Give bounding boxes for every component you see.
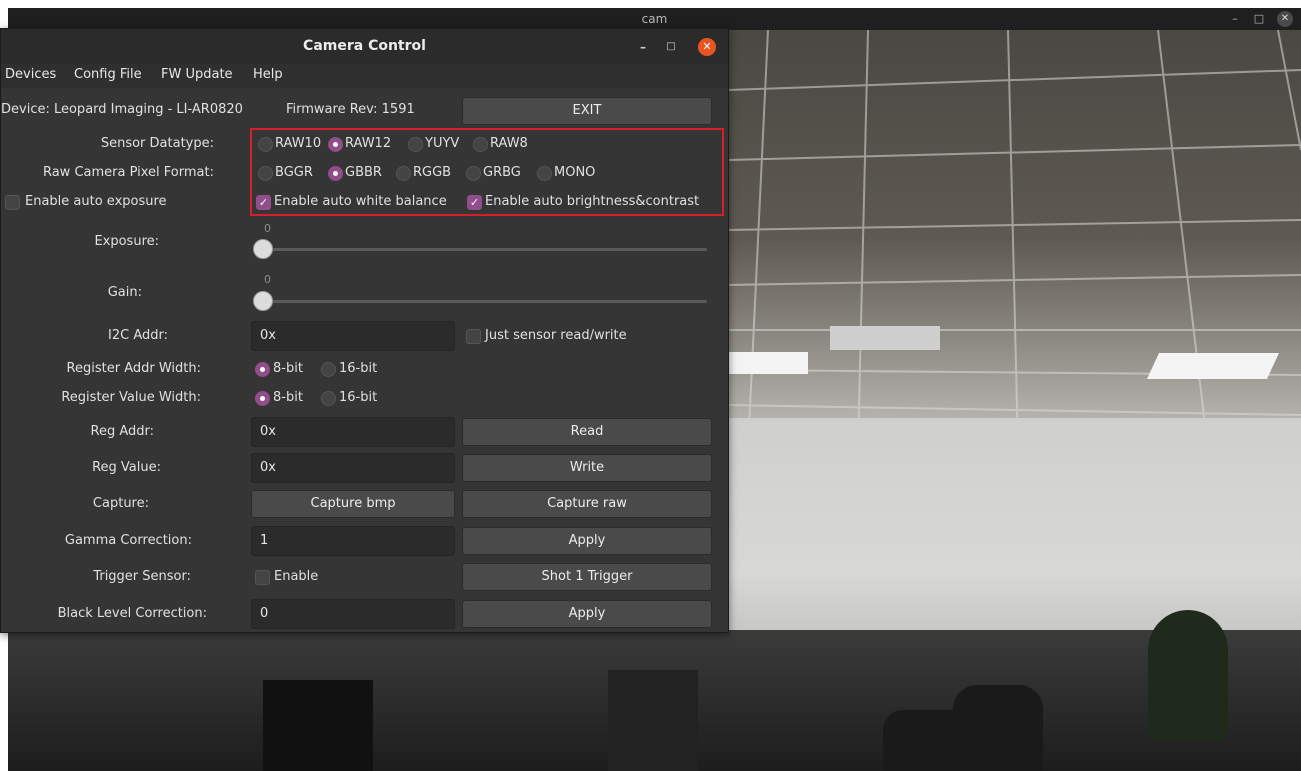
highlight-box (250, 128, 724, 216)
office-chair (953, 685, 1043, 771)
camera-control-dialog: Camera Control – □ ✕ Devices Config File… (0, 28, 729, 633)
auto-exposure-label: Enable auto exposure (25, 194, 167, 209)
reg-value-width-16bit-radio[interactable] (321, 391, 336, 406)
desk (608, 670, 698, 771)
capture-raw-button[interactable]: Capture raw (462, 490, 712, 518)
reg-value-width-16bit-label: 16-bit (339, 390, 378, 405)
cam-minimize-button[interactable]: – (1227, 11, 1243, 27)
menu-help[interactable]: Help (253, 67, 283, 82)
just-sensor-label: Just sensor read/write (485, 328, 627, 343)
reg-value-width-8bit-label: 8-bit (273, 390, 303, 405)
auto-exposure-checkbox[interactable] (5, 195, 20, 210)
exposure-slider-track[interactable] (259, 248, 707, 251)
i2c-addr-input[interactable]: 0x (251, 321, 455, 351)
reg-value-label: Reg Value: (92, 460, 161, 475)
cam-close-button[interactable]: ✕ (1277, 11, 1293, 27)
capture-label: Capture: (92, 496, 149, 511)
exposure-label: Exposure: (94, 234, 159, 249)
reg-addr-label: Reg Addr: (90, 424, 155, 439)
black-level-apply-button[interactable]: Apply (462, 600, 712, 628)
exposure-value: 0 (264, 222, 271, 235)
trigger-label: Trigger Sensor: (93, 569, 191, 584)
dialog-maximize-button[interactable]: □ (662, 38, 680, 56)
menu-config-file[interactable]: Config File (74, 67, 142, 82)
dialog-title: Camera Control (303, 38, 426, 54)
cam-titlebar: cam – □ ✕ (8, 8, 1301, 30)
black-level-input[interactable]: 0 (251, 599, 455, 629)
reg-addr-width-8bit-radio[interactable] (255, 362, 270, 377)
ceiling-light (830, 326, 940, 350)
pc-tower (263, 680, 373, 771)
gamma-label: Gamma Correction: (64, 533, 192, 548)
exit-button[interactable]: EXIT (462, 97, 712, 125)
reg-addr-width-label: Register Addr Width: (66, 361, 201, 376)
gain-value: 0 (264, 273, 271, 286)
trigger-enable-label: Enable (274, 569, 319, 584)
pixel-format-label: Raw Camera Pixel Format: (42, 165, 214, 180)
firmware-revision: Firmware Rev: 1591 (286, 102, 415, 117)
menu-fw-update[interactable]: FW Update (161, 67, 233, 82)
ceiling-light (1146, 353, 1280, 379)
reg-value-width-8bit-radio[interactable] (255, 391, 270, 406)
device-name: Device: Leopard Imaging - LI-AR0820 (1, 102, 243, 117)
exposure-slider-knob[interactable] (253, 239, 273, 259)
gain-slider-track[interactable] (259, 300, 707, 303)
capture-bmp-button[interactable]: Capture bmp (251, 490, 455, 518)
document-strip (0, 0, 1301, 8)
ceiling-light (728, 352, 808, 374)
gamma-apply-button[interactable]: Apply (462, 527, 712, 555)
gain-label: Gain: (107, 285, 142, 300)
reg-addr-width-16bit-label: 16-bit (339, 361, 378, 376)
shot-trigger-button[interactable]: Shot 1 Trigger (462, 563, 712, 591)
black-level-label: Black Level Correction: (57, 606, 207, 621)
menu-devices[interactable]: Devices (5, 67, 56, 82)
cam-window-title: cam (641, 12, 668, 26)
i2c-addr-label: I2C Addr: (108, 328, 168, 343)
menubar: Devices Config File FW Update Help (1, 64, 728, 88)
reg-value-input[interactable]: 0x (251, 453, 455, 483)
gamma-input[interactable]: 1 (251, 526, 455, 556)
reg-addr-input[interactable]: 0x (251, 417, 455, 447)
read-button[interactable]: Read (462, 418, 712, 446)
dialog-close-button[interactable]: ✕ (698, 38, 716, 56)
just-sensor-checkbox[interactable] (466, 329, 481, 344)
reg-addr-width-8bit-label: 8-bit (273, 361, 303, 376)
sensor-datatype-label: Sensor Datatype: (100, 136, 214, 151)
cam-maximize-button[interactable]: □ (1251, 11, 1267, 27)
reg-value-width-label: Register Value Width: (61, 390, 201, 405)
write-button[interactable]: Write (462, 454, 712, 482)
gain-slider-knob[interactable] (253, 291, 273, 311)
trigger-enable-checkbox[interactable] (255, 570, 270, 585)
plant (1148, 610, 1228, 740)
reg-addr-width-16bit-radio[interactable] (321, 362, 336, 377)
dialog-minimize-button[interactable]: – (634, 38, 652, 56)
dialog-titlebar: Camera Control – □ ✕ (1, 29, 728, 64)
